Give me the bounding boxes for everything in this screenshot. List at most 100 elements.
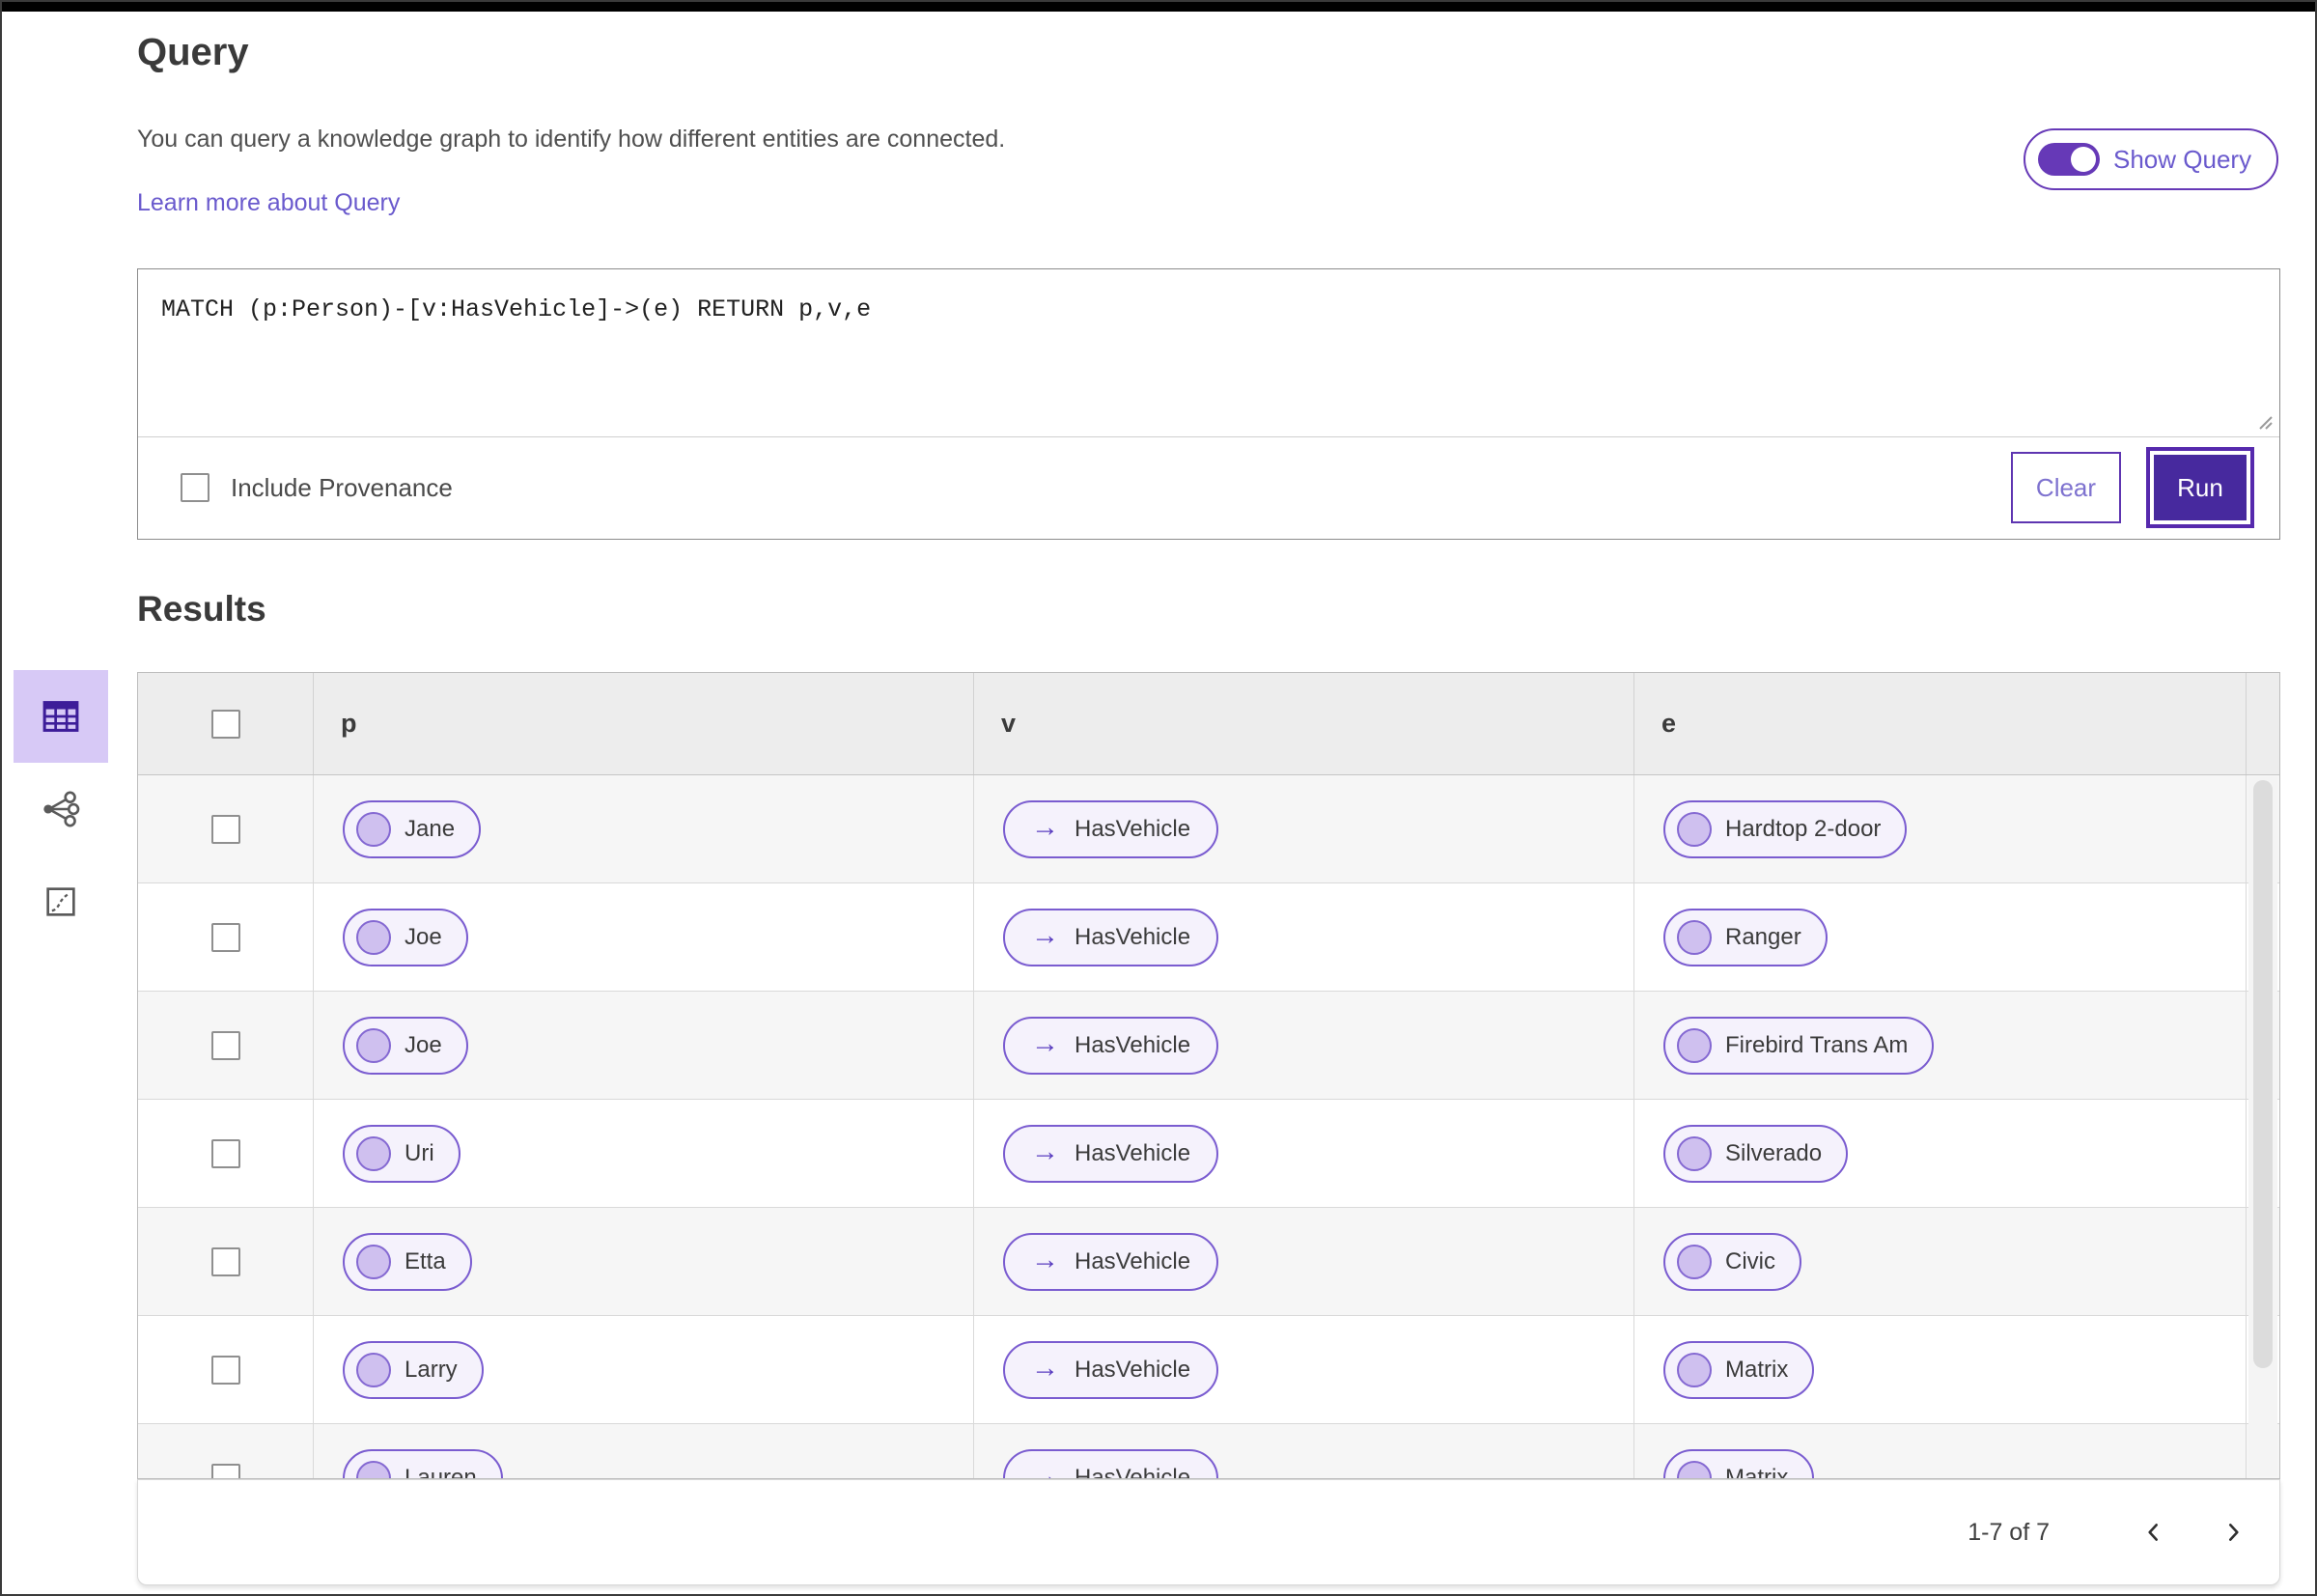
edge-pill-v[interactable]: → HasVehicle — [1003, 799, 1219, 858]
node-circle-icon — [1677, 1352, 1712, 1387]
node-pill-p[interactable]: Joe — [343, 1016, 468, 1075]
node-label: Larry — [405, 1356, 458, 1383]
node-label: Etta — [405, 1247, 446, 1274]
table-body: Jane → HasVehicle Hardtop 2-door Joe → H… — [138, 775, 2279, 1479]
node-circle-icon — [1677, 1027, 1712, 1063]
show-query-label: Show Query — [2113, 144, 2252, 174]
graph-view-button[interactable] — [14, 763, 108, 855]
table-icon — [42, 701, 79, 732]
edge-pill-v[interactable]: → HasVehicle — [1003, 1124, 1219, 1183]
query-textarea[interactable]: MATCH (p:Person)-[v:HasVehicle]->(e) RET… — [138, 269, 2279, 436]
clear-button[interactable]: Clear — [2011, 452, 2121, 523]
node-label: Matrix — [1725, 1464, 1789, 1479]
node-circle-icon — [356, 1135, 391, 1171]
resize-handle-icon[interactable] — [2252, 409, 2274, 431]
node-pill-e[interactable]: Hardtop 2-door — [1663, 799, 1908, 858]
node-pill-p[interactable]: Joe — [343, 908, 468, 966]
node-label: Lauren — [405, 1464, 477, 1479]
node-pill-p[interactable]: Larry — [343, 1340, 484, 1399]
node-pill-p[interactable]: Etta — [343, 1232, 472, 1291]
node-pill-p[interactable]: Lauren — [343, 1448, 503, 1479]
row-checkbox[interactable] — [210, 1138, 240, 1168]
table-row: Jane → HasVehicle Hardtop 2-door — [138, 775, 2279, 883]
row-checkbox[interactable] — [210, 1463, 240, 1478]
node-circle-icon — [356, 1244, 391, 1279]
graph-nodes-icon — [43, 791, 80, 827]
column-header-v: v — [1001, 709, 1017, 738]
query-editor-panel: MATCH (p:Person)-[v:HasVehicle]->(e) RET… — [137, 268, 2280, 540]
chart-icon — [46, 887, 75, 916]
edge-pill-v[interactable]: → HasVehicle — [1003, 1016, 1219, 1075]
node-circle-icon — [356, 1352, 391, 1387]
arrow-right-icon: → — [1031, 920, 1059, 951]
run-button[interactable]: Run — [2154, 455, 2247, 520]
node-circle-icon — [1677, 1244, 1712, 1279]
node-pill-e[interactable]: Firebird Trans Am — [1663, 1016, 1935, 1075]
node-circle-icon — [1677, 919, 1712, 955]
edge-label: HasVehicle — [1075, 1139, 1191, 1166]
arrow-right-icon: → — [1031, 812, 1059, 843]
node-circle-icon — [1677, 1135, 1712, 1171]
table-row: Larry → HasVehicle Matrix — [138, 1316, 2279, 1424]
query-editor: MATCH (p:Person)-[v:HasVehicle]->(e) RET… — [138, 269, 2279, 437]
table-view-button[interactable] — [14, 670, 108, 763]
chevron-right-icon — [2228, 1524, 2239, 1541]
node-pill-e[interactable]: Ranger — [1663, 908, 1828, 966]
node-circle-icon — [356, 811, 391, 847]
arrow-right-icon: → — [1031, 1245, 1059, 1275]
show-query-toggle[interactable]: Show Query — [2024, 128, 2279, 190]
arrow-right-icon: → — [1031, 1461, 1059, 1479]
row-checkbox[interactable] — [210, 922, 240, 952]
table-scrollbar[interactable] — [2248, 776, 2277, 1476]
edge-label: HasVehicle — [1075, 1031, 1191, 1058]
edge-pill-v[interactable]: → HasVehicle — [1003, 1340, 1219, 1399]
edge-pill-v[interactable]: → HasVehicle — [1003, 1232, 1219, 1291]
chart-view-button[interactable] — [14, 855, 108, 948]
edge-pill-v[interactable]: → HasVehicle — [1003, 908, 1219, 966]
column-header-p: p — [341, 709, 357, 738]
node-circle-icon — [356, 919, 391, 955]
pagination-bar: 1-7 of 7 — [137, 1479, 2280, 1585]
arrow-right-icon: → — [1031, 1353, 1059, 1384]
page-description: You can query a knowledge graph to ident… — [137, 126, 1006, 153]
node-label: Uri — [405, 1139, 434, 1166]
node-pill-p[interactable]: Jane — [343, 799, 482, 858]
node-label: Civic — [1725, 1247, 1775, 1274]
node-label: Joe — [405, 923, 442, 950]
node-pill-e[interactable]: Matrix — [1663, 1448, 1815, 1479]
row-checkbox[interactable] — [210, 1246, 240, 1276]
table-header-row: p v e — [138, 673, 2279, 775]
node-label: Hardtop 2-door — [1725, 815, 1882, 842]
arrow-right-icon: → — [1031, 1028, 1059, 1059]
edge-label: HasVehicle — [1075, 815, 1191, 842]
node-circle-icon — [1677, 1460, 1712, 1478]
edge-pill-v[interactable]: → HasVehicle — [1003, 1448, 1219, 1479]
chevron-left-icon — [2148, 1524, 2159, 1541]
node-pill-e[interactable]: Matrix — [1663, 1340, 1815, 1399]
query-panel-footer: Include Provenance Clear Run — [138, 437, 2279, 538]
edge-label: HasVehicle — [1075, 1247, 1191, 1274]
next-page-button[interactable] — [2212, 1511, 2254, 1554]
table-row: Etta → HasVehicle Civic — [138, 1208, 2279, 1316]
node-pill-e[interactable]: Silverado — [1663, 1124, 1849, 1183]
node-label: Silverado — [1725, 1139, 1823, 1166]
toggle-switch-icon[interactable] — [2038, 143, 2100, 176]
edge-label: HasVehicle — [1075, 1464, 1191, 1479]
row-checkbox[interactable] — [210, 1355, 240, 1385]
node-circle-icon — [356, 1027, 391, 1063]
top-border-bar — [2, 2, 2315, 12]
node-label: Matrix — [1725, 1356, 1789, 1383]
select-all-checkbox[interactable] — [210, 709, 240, 739]
node-pill-e[interactable]: Civic — [1663, 1232, 1801, 1291]
row-checkbox[interactable] — [210, 1030, 240, 1060]
learn-more-link[interactable]: Learn more about Query — [137, 189, 400, 217]
previous-page-button[interactable] — [2133, 1511, 2175, 1554]
node-pill-p[interactable]: Uri — [343, 1124, 461, 1183]
row-checkbox[interactable] — [210, 814, 240, 844]
results-view-switcher — [14, 670, 108, 948]
pagination-range-label: 1-7 of 7 — [1968, 1518, 2050, 1546]
scrollbar-thumb[interactable] — [2253, 780, 2273, 1368]
node-label: Ranger — [1725, 923, 1801, 950]
query-page: Query You can query a knowledge graph to… — [0, 0, 2317, 1596]
include-provenance-checkbox[interactable] — [181, 473, 209, 502]
